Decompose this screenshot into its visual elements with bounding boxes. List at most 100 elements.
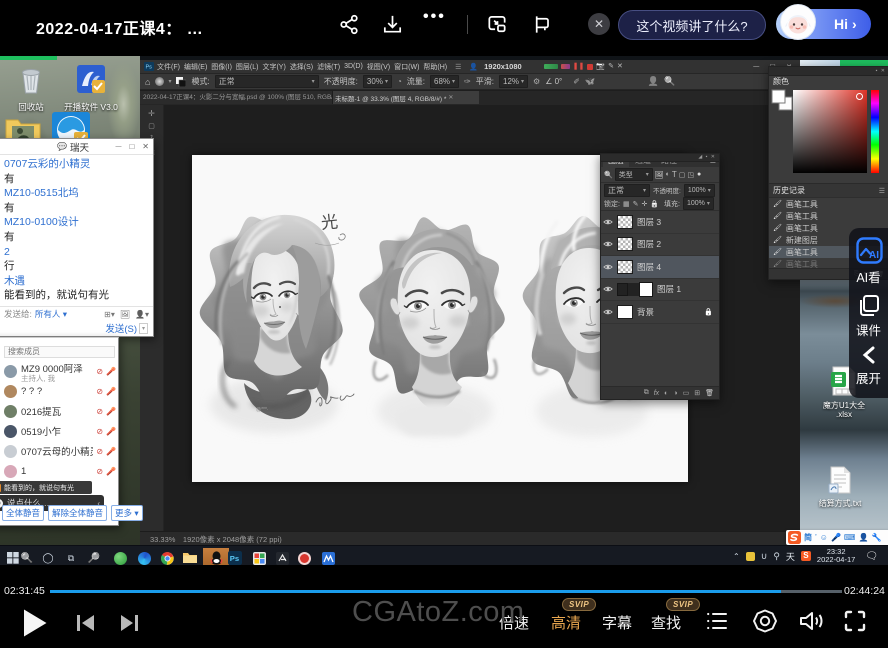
foreground-background-swatches[interactable] (771, 89, 793, 113)
history-row[interactable]: 🖌 画笔工具 (769, 210, 888, 222)
fullscreen-icon[interactable] (844, 610, 866, 632)
chat-message[interactable]: 行 (4, 259, 153, 274)
visibility-eye-icon[interactable] (603, 285, 613, 293)
ps-account-icon[interactable]: 👤 (648, 76, 659, 87)
layer-row[interactable]: 图层 3 (601, 211, 719, 234)
courseware-button[interactable] (857, 293, 881, 322)
tab-color[interactable]: 颜色 (773, 76, 789, 87)
member-row[interactable]: ? ? ? ⊘ 🎤 (2, 381, 118, 401)
chat-message[interactable]: 2 (4, 245, 153, 260)
chat-member-icon[interactable]: 👤▾ (135, 310, 149, 319)
desktop-icon-app[interactable]: 开播软件 V3.0 (62, 64, 120, 113)
layer-mask-icon[interactable]: ◐ (664, 390, 668, 397)
tray-network-icon[interactable]: ⚲ (773, 551, 780, 562)
record-pause-icon[interactable]: ❚❚ (573, 63, 585, 70)
color-gradient-square[interactable] (793, 90, 867, 173)
ime-emoji-icon[interactable]: ☺ (820, 533, 828, 542)
marquee-tool-icon[interactable]: ▢ (148, 122, 155, 130)
desktop-icon-recycle-bin[interactable]: 回收站 (8, 64, 54, 113)
ps-menu-item[interactable]: 编辑(E) (184, 62, 207, 72)
ime-wrench-icon[interactable]: 🔧 (871, 533, 881, 542)
chat-message[interactable]: 有 (4, 230, 153, 245)
layer-row[interactable]: 背景 🔒 (601, 301, 719, 324)
trash-icon[interactable]: 🗑 (705, 389, 714, 397)
layer-fx-icon[interactable]: fx (654, 390, 659, 397)
app-blue-m-icon[interactable] (316, 548, 340, 565)
record-stop-icon[interactable] (587, 64, 593, 70)
chat-message[interactable]: 有 (4, 201, 153, 216)
ps-menu-item[interactable]: 文件(F) (157, 62, 180, 72)
ps-menu-item[interactable]: 选择(S) (290, 62, 313, 72)
lock-transparent-icon[interactable]: ▦ (623, 200, 630, 208)
airbrush-icon[interactable]: ✑ (464, 77, 471, 86)
filter-switch-icon[interactable]: ● (697, 171, 701, 178)
desktop-icon-txt[interactable]: 结算方式.txt (814, 466, 866, 508)
tray-sogou-icon[interactable]: S (801, 551, 811, 561)
mini-window-icon[interactable] (485, 13, 509, 36)
chrome-icon[interactable] (155, 548, 179, 565)
history-row[interactable]: 🖌 画笔工具 (769, 198, 888, 210)
record-screen-icon[interactable] (752, 608, 778, 634)
expand-label[interactable]: 展开 (849, 368, 888, 387)
magnifier-app-icon[interactable]: 🔎 (82, 548, 106, 565)
blend-mode-select[interactable]: 正常▾ (604, 184, 650, 197)
previous-button[interactable] (76, 614, 95, 632)
member-row[interactable]: 1 ⊘ 🎤 (2, 461, 118, 481)
photoshop-taskbar-icon[interactable]: Ps (223, 548, 247, 565)
account-icon[interactable]: 👤 (469, 63, 478, 71)
ask-video-pill[interactable]: 这个视频讲了什么? (618, 10, 766, 40)
close-ask-icon[interactable]: ✕ (588, 13, 610, 35)
opacity-select[interactable]: 30%▾ (363, 75, 392, 88)
adjustment-icon[interactable]: ◑ (673, 390, 677, 397)
layer-name[interactable]: 图层 3 (637, 216, 661, 228)
record-close-icon[interactable]: ✕ (617, 63, 623, 70)
pressure-size-icon[interactable]: ✐ (573, 77, 580, 86)
task-view-icon[interactable]: ⧉ (59, 548, 83, 565)
symmetry-icon[interactable]: 🦋 (585, 77, 595, 86)
visibility-eye-icon[interactable] (603, 263, 613, 271)
find-button[interactable]: 查找 (651, 612, 681, 633)
chat-message[interactable]: 0707云彩的小精灵 (4, 157, 153, 172)
minimize-icon[interactable]: — (753, 64, 759, 70)
action-center-icon[interactable]: 🗨 (865, 551, 878, 562)
tray-lang-icon[interactable]: 天 (786, 550, 795, 563)
filter-adjust-icon[interactable]: ◐ (666, 171, 670, 178)
ai-watch-label[interactable]: AI看 (849, 267, 888, 286)
assistant-button[interactable]: Hi › (776, 9, 871, 39)
tray-expand-icon[interactable]: ⌃ (733, 552, 740, 561)
history-menu-icon[interactable]: ☰ (879, 187, 885, 195)
edge-icon[interactable] (132, 548, 156, 565)
share-icon[interactable] (338, 13, 361, 36)
download-icon[interactable] (381, 13, 404, 36)
chat-close-icon[interactable]: ✕ (142, 142, 149, 151)
filter-shape-icon[interactable]: ▢ (679, 171, 686, 179)
doc-tab-inactive[interactable]: 2022-04-17正课4：火影二分与宽幅.psd @ 100% (图层 510… (140, 91, 333, 104)
taskbar-clock[interactable]: 23:32 2022-04-17 (817, 548, 855, 564)
layer-row[interactable]: 图层 4 (601, 256, 719, 279)
cast-icon[interactable] (530, 13, 553, 36)
mode-select[interactable]: 正常▾ (215, 75, 319, 88)
hamburger-icon[interactable]: ☰ (455, 63, 461, 71)
layer-row[interactable]: 图层 1 (601, 279, 719, 302)
app-tiles-icon[interactable] (247, 548, 271, 565)
fill-select[interactable]: 100%▾ (683, 197, 714, 210)
doc-tab-active[interactable]: 未标题-1 @ 33.3% (图层 4, RGB/8/#) * ✕ (333, 91, 479, 104)
lock-all-icon[interactable]: 🔒 (650, 200, 659, 208)
filter-type-select[interactable]: 类型▾ (615, 168, 653, 181)
app-green-icon[interactable] (108, 548, 132, 565)
ps-menu-item[interactable]: 视图(V) (367, 62, 390, 72)
chat-message[interactable]: MZ10-0100设计 (4, 215, 153, 230)
filter-smart-icon[interactable]: ◳ (687, 171, 694, 179)
expand-button[interactable] (859, 346, 879, 369)
filter-pixel-icon[interactable]: 🖼 (655, 171, 664, 179)
ime-comma-icon[interactable]: ’ (815, 533, 817, 542)
layer-name[interactable]: 背景 (637, 306, 654, 318)
tray-yellow-icon[interactable] (746, 552, 755, 561)
brush-preset[interactable]: ▾ (155, 77, 171, 86)
chat-message[interactable]: MZ10-0515北坞 (4, 186, 153, 201)
pressure-opacity-icon[interactable]: ◔ (397, 77, 402, 86)
ps-menu-item[interactable]: 滤镜(T) (317, 62, 340, 72)
layer-row[interactable]: 图层 2 (601, 234, 719, 257)
chat-minimize-icon[interactable]: — (115, 144, 121, 150)
layer-thumbnail[interactable] (617, 282, 653, 296)
